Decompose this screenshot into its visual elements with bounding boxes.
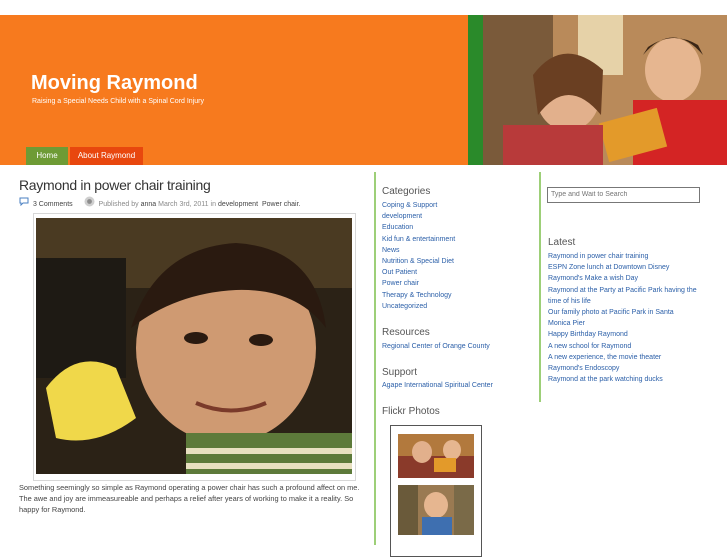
latest-post-link[interactable]: A new experience, the movie theater [548, 352, 698, 363]
category-link[interactable]: Uncategorized [382, 301, 455, 312]
resources-heading: Resources [382, 327, 430, 338]
latest-post-link[interactable]: Raymond at the Party at Pacific Park hav… [548, 285, 698, 307]
latest-list: Raymond in power chair training ESPN Zon… [548, 251, 698, 385]
comments-link[interactable]: 3 Comments [33, 201, 73, 208]
nav-home-button[interactable]: Home [26, 147, 68, 165]
post-body: Something seemingly so simple as Raymond… [19, 483, 360, 514]
flickr-heading: Flickr Photos [382, 406, 440, 417]
latest-post-link[interactable]: Raymond at the park watching ducks [548, 374, 698, 385]
flickr-thumb[interactable] [398, 434, 474, 478]
category-link[interactable]: Power chair [382, 278, 455, 289]
column-divider [374, 172, 376, 545]
latest-post-link[interactable]: Happy Birthday Raymond [548, 329, 698, 340]
nav-about-button[interactable]: About Raymond [70, 147, 143, 165]
published-prefix: Published by [98, 200, 139, 208]
post-meta: 3 Comments Published by anna March 3rd, … [19, 196, 301, 208]
category-link[interactable]: development [382, 211, 455, 222]
header-stripe [468, 15, 483, 165]
category-link[interactable]: News [382, 245, 455, 256]
category-link[interactable]: Coping & Support [382, 200, 455, 211]
category-link[interactable]: Education [382, 222, 455, 233]
latest-post-link[interactable]: A new school for Raymond [548, 341, 698, 352]
category-link[interactable]: Kid fun & entertainment [382, 234, 455, 245]
flickr-thumb[interactable] [398, 485, 474, 535]
resource-link[interactable]: Regional Center of Orange County [382, 341, 490, 352]
resources-list: Regional Center of Orange County [382, 341, 490, 352]
category-link[interactable]: Out Patient [382, 267, 455, 278]
latest-post-link[interactable]: ESPN Zone lunch at Downtown Disney [548, 262, 698, 273]
site-tagline: Raising a Special Needs Child with a Spi… [32, 98, 204, 105]
post-photo[interactable] [36, 218, 352, 474]
support-heading: Support [382, 367, 418, 378]
post-title[interactable]: Raymond in power chair training [19, 177, 211, 193]
category-link-development[interactable]: development [218, 201, 258, 208]
category-link-power-chair[interactable]: Power chair. [262, 201, 301, 208]
support-link[interactable]: Agape International Spiritual Center [382, 380, 493, 391]
category-link[interactable]: Therapy & Technology [382, 290, 455, 301]
latest-post-link[interactable]: Raymond's Endoscopy [548, 363, 698, 374]
header-photo [483, 15, 727, 165]
category-link[interactable]: Nutrition & Special Diet [382, 256, 455, 267]
categories-list: Coping & Support development Education K… [382, 200, 455, 312]
categories-heading: Categories [382, 186, 431, 197]
author-link[interactable]: anna [141, 201, 157, 208]
support-list: Agape International Spiritual Center [382, 380, 493, 391]
search-input[interactable] [547, 187, 700, 203]
post-date: March 3rd, 2011 in [158, 200, 216, 208]
comment-icon[interactable] [19, 197, 29, 211]
column-divider [539, 172, 541, 402]
author-icon [84, 196, 95, 212]
site-title[interactable]: Moving Raymond [31, 72, 198, 95]
latest-post-link[interactable]: Raymond in power chair training [548, 251, 698, 262]
latest-heading: Latest [548, 237, 576, 248]
latest-post-link[interactable]: Raymond's Make a wish Day [548, 273, 698, 284]
flickr-photos-box [390, 425, 482, 557]
latest-post-link[interactable]: Our family photo at Pacific Park in Sant… [548, 307, 698, 329]
